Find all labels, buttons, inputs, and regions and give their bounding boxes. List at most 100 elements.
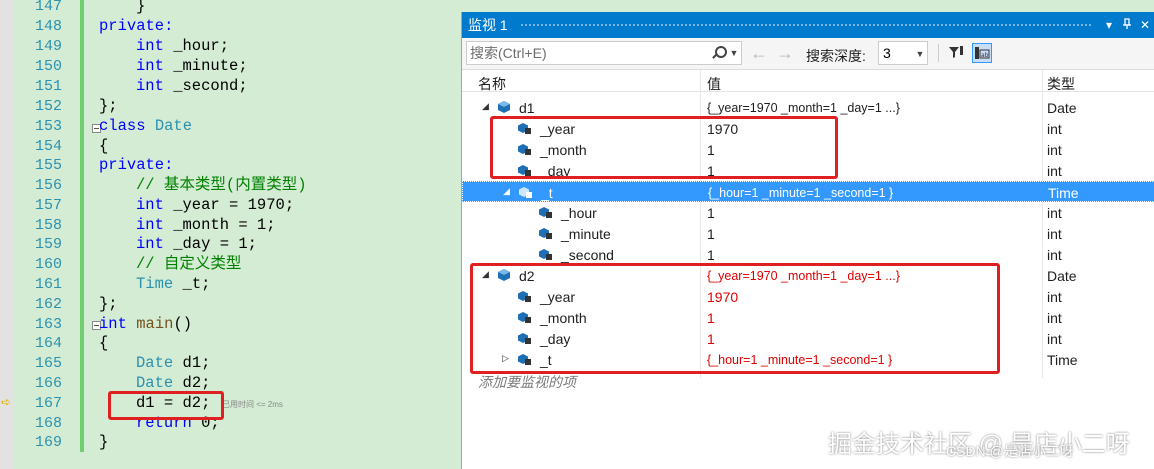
watch-type: int — [1047, 289, 1062, 305]
line-number: 150 — [34, 58, 62, 75]
watch-value[interactable]: 1 — [707, 247, 715, 263]
code-line: { — [99, 137, 109, 155]
watch-type: int — [1047, 205, 1062, 221]
line-number: 157 — [34, 197, 62, 214]
line-number: 156 — [34, 177, 62, 194]
change-tracking-bar — [80, 0, 84, 452]
search-depth-select[interactable]: 3 ▼ — [878, 41, 928, 65]
filter-pin-icon[interactable] — [946, 43, 966, 63]
watch-row-t[interactable]: ◢ _t {_hour=1 _minute=1 _second=1 } Time — [462, 181, 1154, 202]
watch-window[interactable]: 监视 1 ▾ ✕ ▼ ← → 搜索深度: 3 ▼ ab 名称 值 类型 — [461, 12, 1154, 469]
watch-name: _hour — [561, 205, 597, 221]
line-number: 155 — [34, 157, 62, 174]
line-number: 166 — [34, 375, 62, 392]
column-header-value[interactable]: 值 — [707, 74, 721, 94]
search-dropdown-icon[interactable]: ▼ — [727, 48, 741, 58]
code-line: }; — [99, 295, 118, 313]
watch-type: int — [1047, 142, 1062, 158]
private-field-icon — [539, 207, 552, 218]
search-input[interactable] — [467, 45, 709, 61]
private-field-icon — [539, 249, 552, 260]
line-number: 168 — [34, 415, 62, 432]
line-number: 163 — [34, 316, 62, 333]
line-number: 160 — [34, 256, 62, 273]
line-number: 148 — [34, 18, 62, 35]
watch-row-minute[interactable]: _minute 1 int — [462, 223, 1154, 244]
code-line: } — [99, 433, 109, 451]
watch-row-hour[interactable]: _hour 1 int — [462, 202, 1154, 223]
code-editor[interactable]: ➪ 147 148 149 150 151 152 153 154 155 15… — [0, 0, 470, 469]
code-line: private: — [99, 156, 174, 174]
collapse-icon[interactable]: ◢ — [482, 101, 489, 112]
watch-type: Time — [1047, 352, 1078, 368]
watch-type: int — [1047, 310, 1062, 326]
search-depth-value: 3 — [883, 45, 891, 61]
line-number: 161 — [34, 276, 62, 293]
perf-tip[interactable]: 已用时间 <= 2ms — [222, 399, 283, 410]
add-watch-item-hint[interactable]: 添加要监视的项 — [478, 372, 576, 392]
code-line: Time _t; — [136, 275, 211, 293]
code-line: int _day = 1; — [136, 235, 257, 253]
code-line: private: — [99, 17, 174, 35]
watch-row-d1[interactable]: ◢ d1 {_year=1970 _month=1 _day=1 ...} Da… — [462, 97, 1154, 118]
code-line: } — [136, 0, 146, 15]
search-next-icon[interactable]: → — [776, 43, 794, 64]
watch-type: int — [1047, 226, 1062, 242]
object-icon — [498, 101, 510, 113]
pin-icon[interactable] — [1118, 17, 1136, 33]
line-number: 167 — [34, 395, 62, 412]
line-number: 151 — [34, 78, 62, 95]
code-line: int _month = 1; — [136, 216, 276, 234]
window-position-dropdown-icon[interactable]: ▾ — [1100, 18, 1118, 32]
watch-value[interactable]: 1 — [707, 205, 715, 221]
code-comment: // 自定义类型 — [136, 255, 242, 273]
watermark-small: CSDN @是店小二呀 — [946, 443, 1074, 459]
svg-text:ab: ab — [981, 52, 989, 59]
current-statement-arrow-icon: ➪ — [1, 395, 12, 409]
column-header-type[interactable]: 类型 — [1047, 74, 1075, 94]
line-number: 147 — [34, 0, 62, 15]
watch-type: Date — [1047, 268, 1077, 284]
close-icon[interactable]: ✕ — [1136, 18, 1154, 32]
code-line: int _hour; — [136, 37, 230, 55]
watch-type: Date — [1047, 100, 1077, 116]
line-number: 153 — [34, 118, 62, 135]
title-grip — [519, 22, 1092, 28]
grid-header: 名称 值 类型 — [462, 70, 1154, 92]
watch-type: int — [1047, 331, 1062, 347]
watch-title-bar[interactable]: 监视 1 ▾ ✕ — [462, 12, 1154, 38]
search-box[interactable]: ▼ — [466, 41, 742, 65]
collapse-icon[interactable]: ◢ — [503, 186, 510, 197]
hex-display-icon[interactable]: ab — [972, 43, 992, 63]
code-line: }; — [99, 97, 118, 115]
search-depth-label: 搜索深度: — [806, 48, 866, 64]
toolbar-separator — [938, 44, 939, 62]
watch-value[interactable]: {_year=1970 _month=1 _day=1 ...} — [707, 101, 900, 115]
watch-name: _second — [561, 247, 614, 263]
watch-title: 监视 1 — [468, 17, 508, 33]
watch-type: int — [1047, 163, 1062, 179]
line-number: 162 — [34, 296, 62, 313]
search-icon[interactable] — [709, 44, 727, 62]
code-line: int _minute; — [136, 57, 248, 75]
code-line: int main() — [99, 315, 193, 333]
watch-name: d1 — [519, 100, 535, 116]
line-number: 159 — [34, 236, 62, 253]
line-number: 165 — [34, 355, 62, 372]
watch-name: _minute — [561, 226, 611, 242]
watch-toolbar: ▼ ← → 搜索深度: 3 ▼ ab — [462, 38, 1154, 70]
watch-value[interactable]: {_hour=1 _minute=1 _second=1 } — [708, 186, 893, 200]
watch-name: _t — [541, 185, 553, 201]
column-header-name[interactable]: 名称 — [478, 74, 506, 94]
code-line: class Date — [99, 117, 193, 135]
code-line: Date d1; — [136, 354, 211, 372]
line-number: 152 — [34, 98, 62, 115]
watch-row-second[interactable]: _second 1 int — [462, 244, 1154, 265]
line-number: 169 — [34, 434, 62, 451]
line-number: 149 — [34, 38, 62, 55]
watch-type: int — [1047, 121, 1062, 137]
code-comment: // 基本类型(内置类型) — [136, 176, 307, 194]
search-previous-icon[interactable]: ← — [750, 43, 768, 64]
annotation-box-d1-fields — [490, 116, 838, 179]
watch-value[interactable]: 1 — [707, 226, 715, 242]
